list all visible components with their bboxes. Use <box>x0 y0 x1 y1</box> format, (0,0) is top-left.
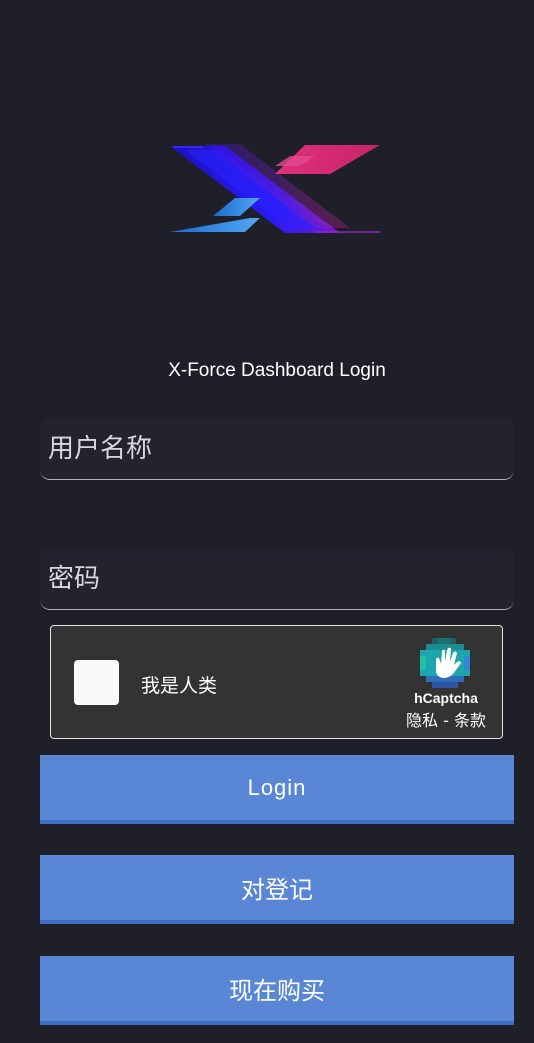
register-button[interactable]: 对登记 <box>40 855 514 924</box>
hcaptcha-hand-icon <box>420 638 470 688</box>
x-force-logo <box>170 144 380 233</box>
captcha-label: 我是人类 <box>141 675 218 697</box>
password-input[interactable] <box>40 548 514 609</box>
hcaptcha-brand: hCaptcha <box>414 690 478 706</box>
username-input[interactable] <box>40 418 514 479</box>
captcha-checkbox[interactable] <box>74 660 119 705</box>
page-title: X-Force Dashboard Login <box>168 360 386 381</box>
password-field[interactable] <box>40 548 514 610</box>
hcaptcha-links: 隐私 - 条款 <box>396 707 496 731</box>
terms-link[interactable]: 条款 <box>454 711 486 730</box>
buy-now-button[interactable]: 现在购买 <box>40 956 514 1025</box>
captcha-widget: 我是人类 hCaptcha 隐私 - 条款 <box>50 625 503 739</box>
login-button[interactable]: Login <box>40 755 514 824</box>
link-separator: - <box>438 711 454 730</box>
privacy-link[interactable]: 隐私 <box>406 711 438 730</box>
username-field[interactable] <box>40 418 514 480</box>
